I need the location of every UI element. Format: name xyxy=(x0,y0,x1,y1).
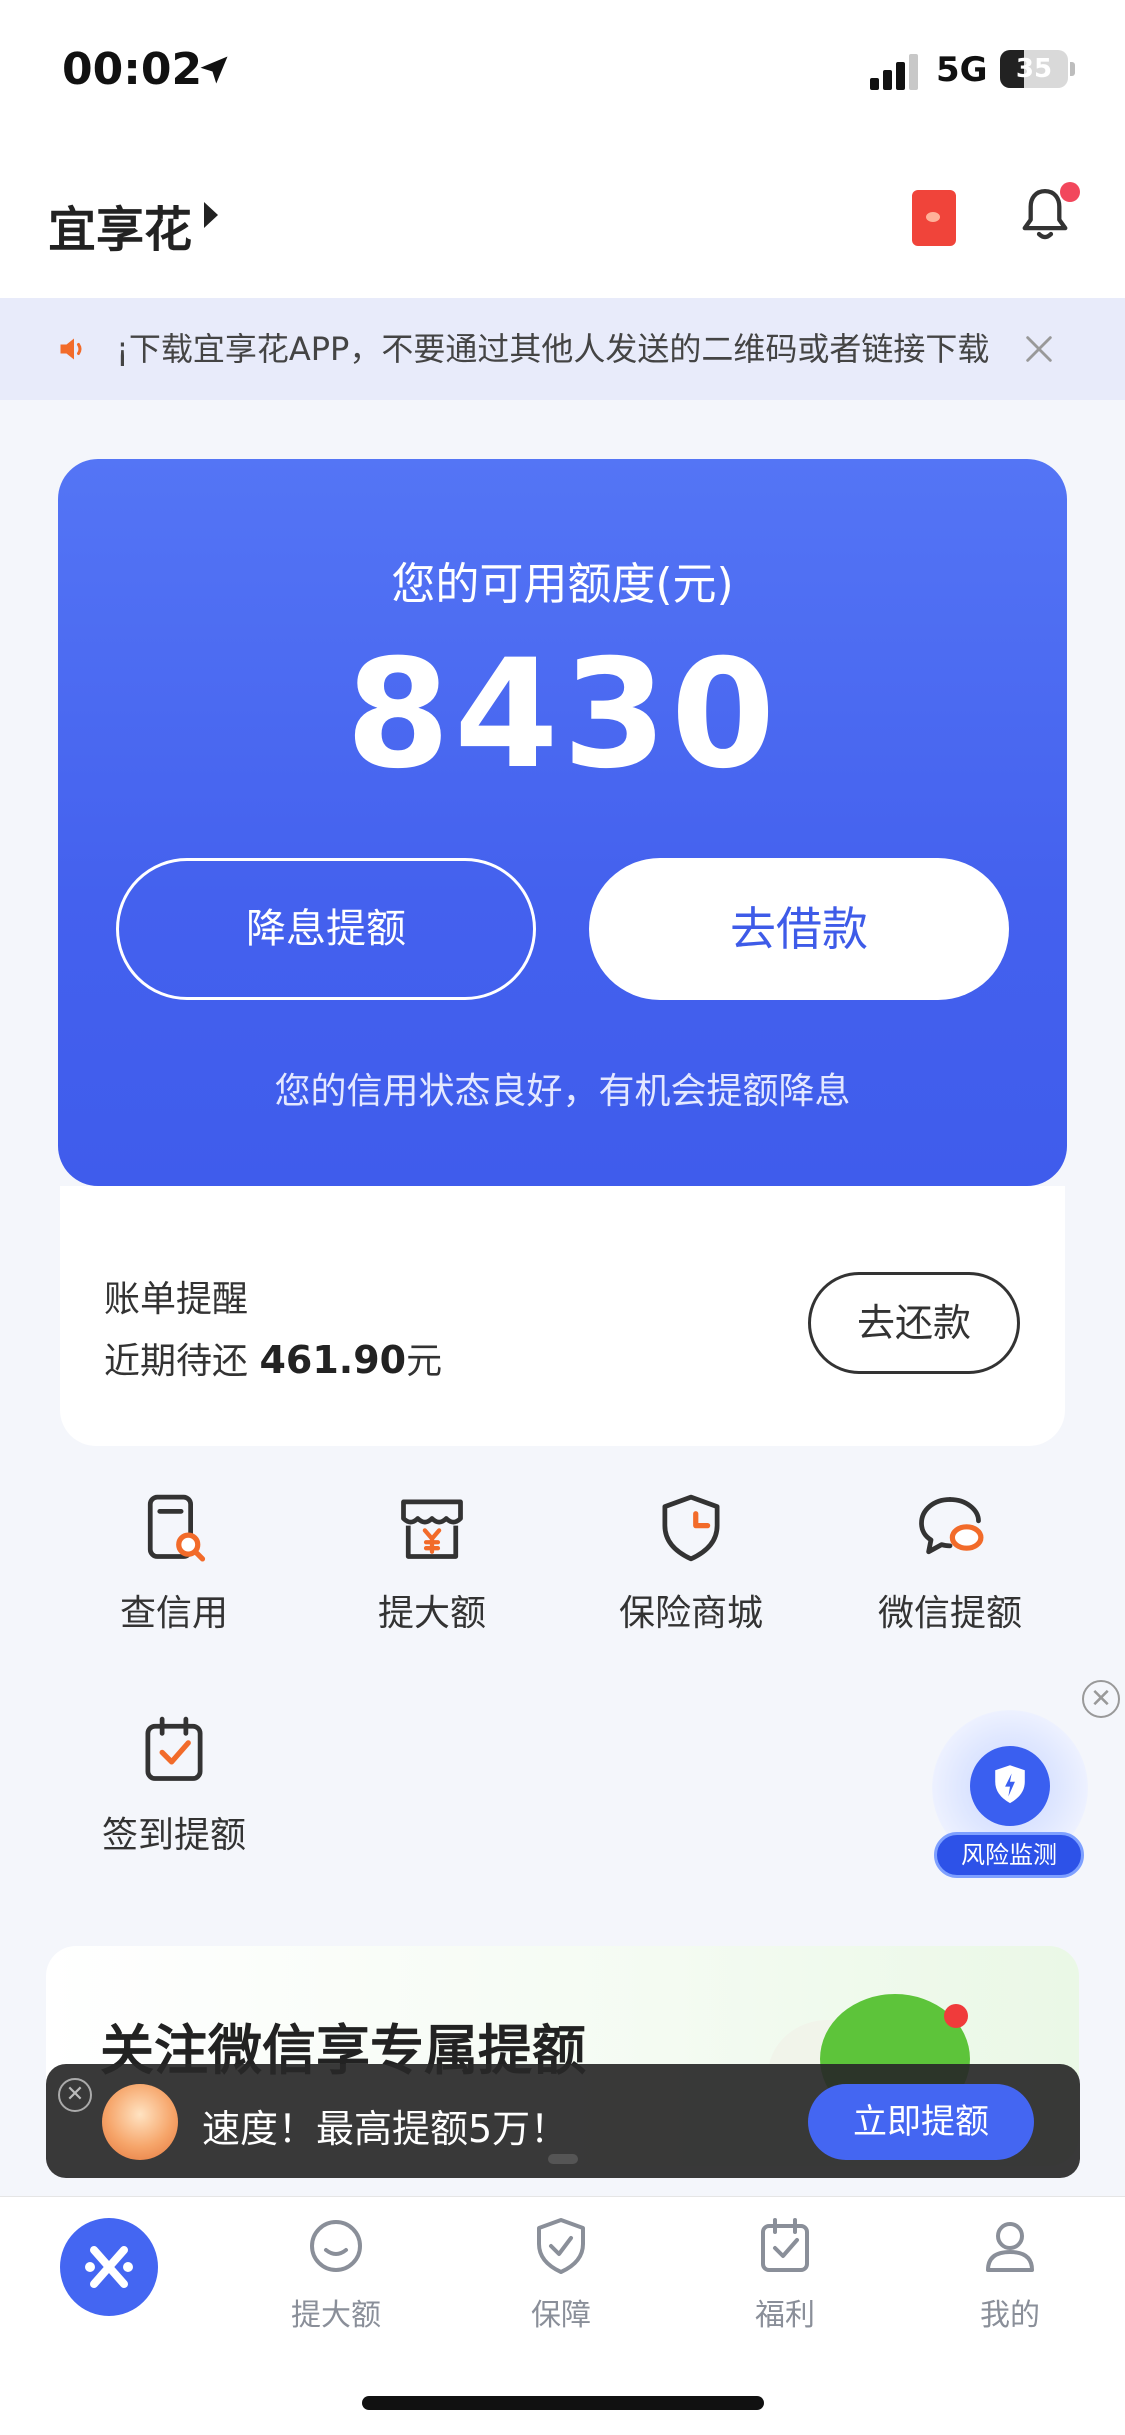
store-yen-icon xyxy=(401,1499,463,1559)
service-checkin-limit[interactable]: 签到提额 xyxy=(44,1712,304,1858)
risk-float-close-button[interactable]: ✕ xyxy=(1082,1680,1120,1718)
notice-text: ¡下载宜享花APP，不要通过其他人发送的二维码或者链接下载 xyxy=(116,330,990,368)
chat-bubble-icon xyxy=(919,1497,984,1555)
person-icon xyxy=(986,2222,1034,2272)
service-label: 提大额 xyxy=(377,1593,486,1634)
status-time: 00:02 xyxy=(62,44,203,95)
smile-icon xyxy=(310,2220,362,2272)
battery-level: 35 xyxy=(1015,54,1053,84)
battery-icon: 35 xyxy=(1000,50,1068,88)
bill-due-prefix: 近期待还 xyxy=(104,1341,260,1382)
repay-button[interactable]: 去还款 xyxy=(808,1272,1020,1374)
raise-limit-button[interactable]: 立即提额 xyxy=(808,2084,1034,2160)
service-label: 查信用 xyxy=(119,1593,228,1634)
service-label: 微信提额 xyxy=(877,1593,1022,1634)
bill-due-amount: 461.90 xyxy=(259,1338,407,1382)
tab-home[interactable] xyxy=(60,2218,158,2316)
tab-welfare[interactable]: 福利 xyxy=(695,2214,875,2334)
toast-avatar xyxy=(102,2084,178,2160)
tab-protection[interactable]: 保障 xyxy=(471,2214,651,2334)
tab-mine[interactable]: 我的 xyxy=(920,2214,1100,2334)
tab-label: 我的 xyxy=(980,2298,1040,2333)
calendar-icon xyxy=(761,2218,809,2272)
red-packet-icon[interactable] xyxy=(912,190,956,246)
bill-due-suffix: 元 xyxy=(406,1341,443,1382)
location-arrow-icon xyxy=(200,56,228,84)
toast-text: 速度！最高提额5万！ xyxy=(202,2107,569,2151)
reduce-interest-button[interactable]: 降息提额 xyxy=(116,858,536,1000)
borrow-button[interactable]: 去借款 xyxy=(589,858,1009,1000)
signal-icon xyxy=(870,54,918,90)
caret-right-icon[interactable] xyxy=(204,202,218,228)
available-limit-label: 您的可用额度(元) xyxy=(391,559,734,610)
app-title[interactable]: 宜享花 xyxy=(48,190,192,260)
network-type: 5G xyxy=(936,50,988,90)
close-icon[interactable] xyxy=(1022,332,1056,366)
service-check-credit[interactable]: 查信用 xyxy=(44,1490,304,1636)
toast-close-button[interactable]: ✕ xyxy=(58,2078,92,2112)
service-insurance-mall[interactable]: 保险商城 xyxy=(561,1490,821,1636)
notification-badge xyxy=(1060,182,1080,202)
speaker-icon xyxy=(60,338,82,360)
app-logo-icon xyxy=(85,2246,133,2288)
drag-handle[interactable] xyxy=(548,2154,578,2164)
battery-cap xyxy=(1070,62,1075,76)
home-indicator[interactable] xyxy=(362,2396,764,2410)
tab-label: 福利 xyxy=(755,2298,815,2333)
service-wechat-limit[interactable]: 微信提额 xyxy=(820,1490,1080,1636)
credit-status-hint: 您的信用状态良好，有机会提额降息 xyxy=(274,1071,851,1112)
risk-monitor-label[interactable]: 风险监测 xyxy=(934,1832,1084,1878)
tab-big-limit[interactable]: 提大额 xyxy=(246,2214,426,2334)
bill-reminder-title: 账单提醒 xyxy=(104,1279,249,1320)
service-label: 签到提额 xyxy=(101,1815,246,1856)
promo-badge-dot xyxy=(944,2004,968,2028)
shield-check-icon xyxy=(537,2218,585,2274)
shield-icon xyxy=(662,1494,720,1562)
credit-check-icon xyxy=(147,1494,206,1562)
calendar-check-icon xyxy=(145,1716,203,1781)
bill-due-line: 近期待还 461.90元 xyxy=(104,1332,442,1384)
tab-label: 提大额 xyxy=(291,2298,381,2333)
tab-label: 保障 xyxy=(531,2298,591,2333)
lightning-shield-icon xyxy=(995,1765,1025,1804)
service-big-limit[interactable]: 提大额 xyxy=(302,1490,562,1636)
service-label: 保险商城 xyxy=(618,1593,763,1634)
available-limit-amount: 8430 xyxy=(345,628,780,802)
